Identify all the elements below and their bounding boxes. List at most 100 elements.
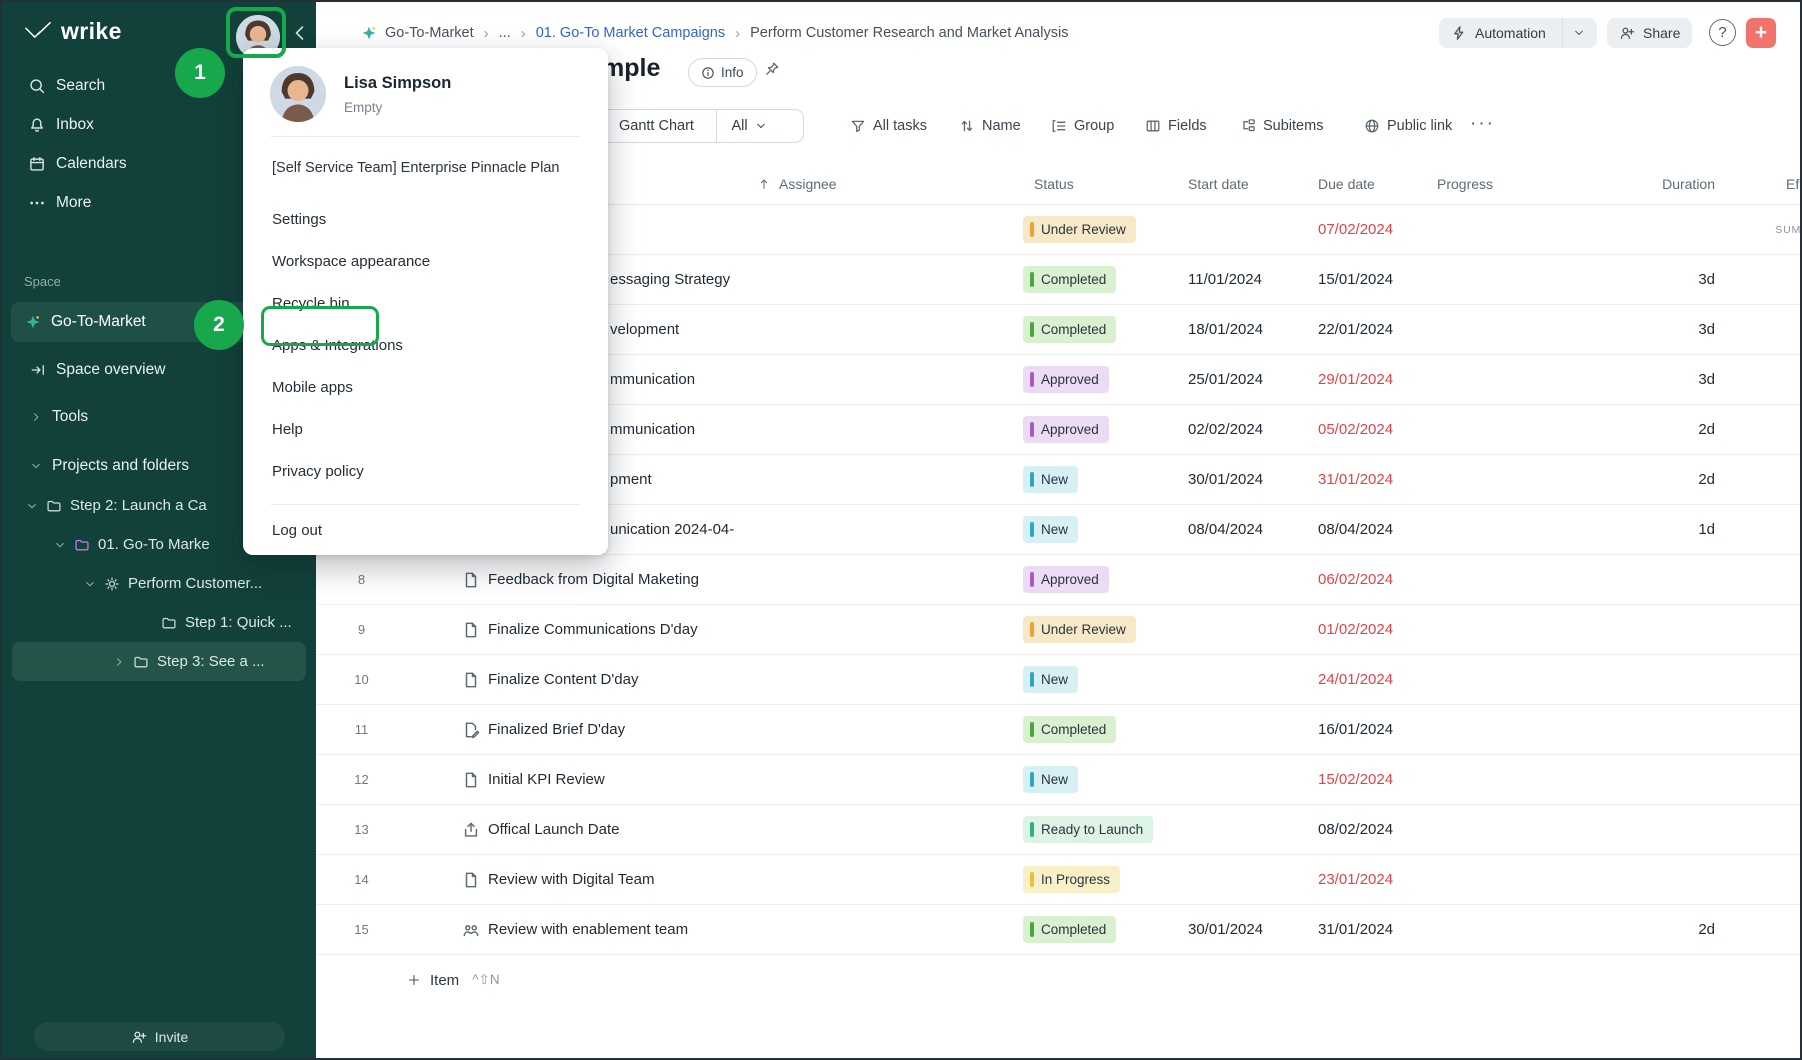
table-row[interactable]: 12 Initial KPI Review New 15/02/2024 bbox=[316, 755, 1802, 805]
task-name-cell[interactable]: Finalize Communications D'day bbox=[407, 605, 747, 654]
header-status[interactable]: Status bbox=[1017, 163, 1177, 204]
due-date-cell[interactable]: 31/01/2024 bbox=[1307, 455, 1427, 504]
task-name-cell[interactable]: Offical Launch Date bbox=[407, 805, 747, 854]
table-row[interactable]: 8 Feedback from Digital Maketing Approve… bbox=[316, 555, 1802, 605]
assignee-cell[interactable] bbox=[747, 655, 1017, 704]
due-date-cell[interactable]: 29/01/2024 bbox=[1307, 355, 1427, 404]
progress-cell[interactable] bbox=[1427, 905, 1557, 954]
due-date-cell[interactable]: 07/02/2024 bbox=[1307, 205, 1427, 254]
info-button[interactable]: Info bbox=[688, 58, 757, 87]
duration-cell[interactable]: 2d bbox=[1557, 455, 1727, 504]
toolbar-more-button[interactable]: ··· bbox=[1470, 107, 1495, 141]
progress-cell[interactable] bbox=[1427, 755, 1557, 804]
due-date-cell[interactable]: 23/01/2024 bbox=[1307, 855, 1427, 904]
assignee-cell[interactable] bbox=[747, 255, 1017, 304]
effort-cell[interactable] bbox=[1727, 405, 1802, 454]
effort-cell[interactable] bbox=[1727, 505, 1802, 554]
status-cell[interactable]: Completed bbox=[1017, 705, 1177, 754]
due-date-cell[interactable]: 06/02/2024 bbox=[1307, 555, 1427, 604]
start-date-cell[interactable] bbox=[1177, 605, 1307, 654]
toolbar-subitems-button[interactable]: Subitems bbox=[1240, 109, 1323, 143]
effort-cell[interactable] bbox=[1727, 605, 1802, 654]
header-due-date[interactable]: Due date bbox=[1307, 163, 1427, 204]
table-row[interactable]: 14 Review with Digital Team In Progress … bbox=[316, 855, 1802, 905]
duration-cell[interactable] bbox=[1557, 655, 1727, 704]
status-cell[interactable]: Ready to Launch bbox=[1017, 805, 1177, 854]
due-date-cell[interactable]: 31/01/2024 bbox=[1307, 905, 1427, 954]
due-date-cell[interactable]: 24/01/2024 bbox=[1307, 655, 1427, 704]
assignee-cell[interactable] bbox=[747, 605, 1017, 654]
duration-cell[interactable]: 3d bbox=[1557, 305, 1727, 354]
breadcrumb-item-space[interactable]: Go-To-Market bbox=[361, 25, 474, 41]
table-row[interactable]: 10 Finalize Content D'day New 24/01/2024 bbox=[316, 655, 1802, 705]
menu-item-help[interactable]: Help bbox=[243, 408, 608, 450]
start-date-cell[interactable] bbox=[1177, 855, 1307, 904]
progress-cell[interactable] bbox=[1427, 555, 1557, 604]
duration-cell[interactable] bbox=[1557, 605, 1727, 654]
start-date-cell[interactable]: 30/01/2024 bbox=[1177, 455, 1307, 504]
tree-chevron-icon[interactable] bbox=[26, 500, 38, 512]
assignee-cell[interactable] bbox=[747, 555, 1017, 604]
menu-item-log-out[interactable]: Log out bbox=[243, 509, 608, 551]
create-new-button[interactable]: + bbox=[1746, 18, 1776, 48]
duration-cell[interactable]: 3d bbox=[1557, 355, 1727, 404]
task-name-cell[interactable]: Feedback from Digital Maketing bbox=[407, 555, 747, 604]
share-button[interactable]: Share bbox=[1607, 18, 1692, 48]
status-cell[interactable]: New bbox=[1017, 455, 1177, 504]
status-cell[interactable]: In Progress bbox=[1017, 855, 1177, 904]
header-effort[interactable]: Ef bbox=[1727, 163, 1802, 204]
header-duration[interactable]: Duration bbox=[1557, 163, 1727, 204]
add-item-row[interactable]: Item ^⇧N bbox=[316, 955, 1802, 1005]
header-progress[interactable]: Progress bbox=[1427, 163, 1557, 204]
start-date-cell[interactable] bbox=[1177, 755, 1307, 804]
task-name-cell[interactable]: Review with Digital Team bbox=[407, 855, 747, 904]
sidebar-tree-item-perform-customer[interactable]: Perform Customer... bbox=[2, 564, 316, 603]
assignee-cell[interactable] bbox=[747, 305, 1017, 354]
toolbar-name-button[interactable]: Name bbox=[959, 109, 1021, 143]
start-date-cell[interactable] bbox=[1177, 205, 1307, 254]
menu-item-recycle-bin[interactable]: Recycle bin bbox=[243, 282, 608, 324]
status-cell[interactable]: Approved bbox=[1017, 555, 1177, 604]
assignee-cell[interactable] bbox=[747, 705, 1017, 754]
status-cell[interactable]: Completed bbox=[1017, 255, 1177, 304]
task-name-cell[interactable]: Finalized Brief D'day bbox=[407, 705, 747, 754]
assignee-cell[interactable] bbox=[747, 805, 1017, 854]
automation-button[interactable]: Automation bbox=[1439, 18, 1597, 48]
due-date-cell[interactable]: 16/01/2024 bbox=[1307, 705, 1427, 754]
progress-cell[interactable] bbox=[1427, 455, 1557, 504]
menu-item-mobile-apps[interactable]: Mobile apps bbox=[243, 366, 608, 408]
duration-cell[interactable] bbox=[1557, 555, 1727, 604]
menu-item-settings[interactable]: Settings bbox=[243, 198, 608, 240]
due-date-cell[interactable]: 15/01/2024 bbox=[1307, 255, 1427, 304]
menu-item-apps-integrations[interactable]: Apps & Integrations bbox=[243, 324, 608, 366]
task-name-cell[interactable]: Initial KPI Review bbox=[407, 755, 747, 804]
duration-cell[interactable]: 1d bbox=[1557, 505, 1727, 554]
breadcrumb-item-ellipsis[interactable]: ... bbox=[499, 25, 511, 41]
effort-cell[interactable] bbox=[1727, 755, 1802, 804]
header-assignee[interactable]: Assignee bbox=[747, 163, 1017, 204]
progress-cell[interactable] bbox=[1427, 855, 1557, 904]
breadcrumb-item-current[interactable]: Perform Customer Research and Market Ana… bbox=[750, 25, 1068, 41]
effort-cell[interactable] bbox=[1727, 905, 1802, 954]
start-date-cell[interactable] bbox=[1177, 705, 1307, 754]
progress-cell[interactable] bbox=[1427, 405, 1557, 454]
start-date-cell[interactable]: 18/01/2024 bbox=[1177, 305, 1307, 354]
progress-cell[interactable] bbox=[1427, 205, 1557, 254]
status-cell[interactable]: New bbox=[1017, 755, 1177, 804]
assignee-cell[interactable] bbox=[747, 405, 1017, 454]
task-name-cell[interactable]: Review with enablement team bbox=[407, 905, 747, 954]
table-row[interactable]: 15 Review with enablement team Completed… bbox=[316, 905, 1802, 955]
assignee-cell[interactable] bbox=[747, 205, 1017, 254]
menu-item-privacy-policy[interactable]: Privacy policy bbox=[243, 450, 608, 492]
duration-cell[interactable]: 2d bbox=[1557, 905, 1727, 954]
due-date-cell[interactable]: 15/02/2024 bbox=[1307, 755, 1427, 804]
effort-cell[interactable] bbox=[1727, 255, 1802, 304]
sidebar-collapse-button[interactable] bbox=[290, 23, 310, 43]
sidebar-tree-item-step-3-see-a[interactable]: Step 3: See a ... bbox=[12, 642, 306, 681]
duration-cell[interactable] bbox=[1557, 855, 1727, 904]
effort-cell[interactable] bbox=[1727, 705, 1802, 754]
start-date-cell[interactable]: 30/01/2024 bbox=[1177, 905, 1307, 954]
status-cell[interactable]: Completed bbox=[1017, 905, 1177, 954]
duration-cell[interactable] bbox=[1557, 805, 1727, 854]
due-date-cell[interactable]: 05/02/2024 bbox=[1307, 405, 1427, 454]
